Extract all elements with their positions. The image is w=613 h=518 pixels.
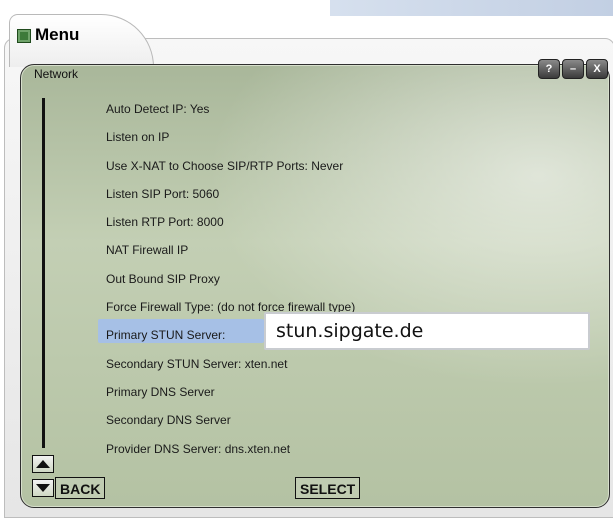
minimize-icon: –: [569, 63, 577, 75]
menu-item-use-x-nat[interactable]: Use X-NAT to Choose SIP/RTP Ports: Never: [106, 152, 355, 180]
stun-server-input[interactable]: stun.sipgate.de: [264, 312, 590, 350]
menu-list: Auto Detect IP: Yes Listen on IP Use X-N…: [106, 95, 355, 463]
close-icon: X: [593, 63, 601, 75]
close-button[interactable]: X: [586, 59, 608, 79]
menu-item-nat-firewall-ip[interactable]: NAT Firewall IP: [106, 236, 355, 264]
menu-item-provider-dns-server[interactable]: Provider DNS Server: dns.xten.net: [106, 435, 355, 463]
menu-item-secondary-stun-server[interactable]: Secondary STUN Server: xten.net: [106, 350, 355, 378]
menu-item-secondary-dns-server[interactable]: Secondary DNS Server: [106, 406, 355, 434]
arrow-down-icon: [36, 484, 50, 492]
section-label: Network: [34, 67, 79, 81]
scrollbar-track[interactable]: [42, 98, 45, 448]
select-button[interactable]: SELECT: [295, 477, 361, 499]
menu-item-auto-detect-ip[interactable]: Auto Detect IP: Yes: [106, 95, 355, 123]
window-title: Menu: [35, 25, 80, 44]
scroll-up-button[interactable]: [32, 455, 54, 473]
minimize-button[interactable]: –: [562, 59, 584, 79]
background-gradient: [330, 0, 613, 16]
back-button[interactable]: BACK: [55, 477, 106, 499]
menu-item-listen-on-ip[interactable]: Listen on IP: [106, 123, 355, 151]
menu-item-primary-dns-server[interactable]: Primary DNS Server: [106, 378, 355, 406]
menu-item-listen-sip-port[interactable]: Listen SIP Port: 5060: [106, 180, 355, 208]
arrow-up-icon: [36, 460, 50, 468]
help-button[interactable]: ?: [538, 59, 560, 79]
scroll-down-button[interactable]: [32, 479, 54, 497]
menu-item-out-bound-sip-proxy[interactable]: Out Bound SIP Proxy: [106, 265, 355, 293]
menu-item-listen-rtp-port[interactable]: Listen RTP Port: 8000: [106, 208, 355, 236]
menu-icon: [17, 29, 31, 43]
help-icon: ?: [545, 63, 553, 75]
